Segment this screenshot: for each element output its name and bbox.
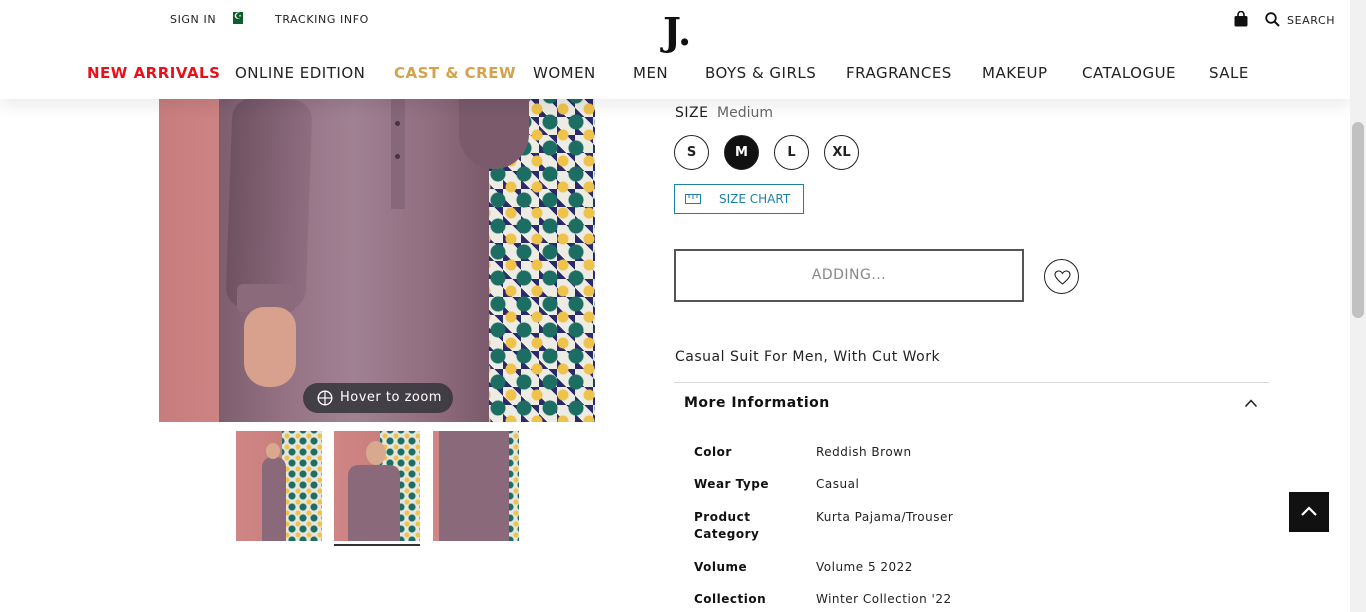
size-option-m[interactable]: M: [724, 135, 759, 170]
nav-fragrances[interactable]: FRAGRANCES: [846, 64, 952, 82]
nav-women[interactable]: WOMEN: [533, 64, 596, 82]
nav-makeup[interactable]: MAKEUP: [982, 64, 1048, 82]
nav-men[interactable]: MEN: [633, 64, 668, 82]
size-option-xl[interactable]: XL: [824, 135, 859, 170]
zoom-hint-label: Hover to zoom: [340, 390, 442, 405]
pakistan-flag-icon[interactable]: [229, 11, 243, 24]
add-to-bag-button[interactable]: ADDING...: [674, 249, 1024, 302]
hover-to-zoom-hint[interactable]: Hover to zoom: [303, 383, 453, 413]
attr-name-volume: Volume: [694, 560, 748, 574]
size-chart-label: SIZE CHART: [719, 192, 791, 206]
shopping-bag-icon[interactable]: [1234, 11, 1248, 27]
attr-value-wear-type: Casual: [816, 477, 860, 491]
search-button[interactable]: SEARCH: [1287, 14, 1335, 27]
thumbnail-figure: [348, 465, 400, 541]
thumbnail-head: [266, 443, 280, 459]
thumbnail-1[interactable]: [236, 431, 322, 541]
attr-name-collection: Collection: [694, 592, 767, 606]
wishlist-button[interactable]: [1044, 259, 1079, 294]
thumbnail-figure: [262, 457, 286, 541]
chevron-up-icon: [1301, 506, 1317, 516]
thumbnail-head: [366, 441, 386, 465]
site-logo[interactable]: J.: [663, 8, 691, 56]
size-option-s[interactable]: S: [674, 135, 709, 170]
thumbnail-2[interactable]: [334, 431, 420, 541]
attr-value-product-category: Kurta Pajama/Trouser: [816, 510, 954, 524]
image-other-sleeve: [459, 99, 529, 169]
nav-new-arrivals[interactable]: NEW ARRIVALS: [87, 64, 220, 82]
sign-in-link[interactable]: SIGN IN: [170, 13, 216, 26]
product-description: Casual Suit For Men, With Cut Work: [675, 349, 941, 365]
attr-name-product-category: Product Category: [694, 510, 760, 541]
image-button-dot: [395, 154, 400, 159]
scrollbar-thumb[interactable]: [1352, 122, 1364, 318]
selected-size-value: Medium: [717, 105, 773, 121]
active-thumbnail-indicator: [334, 544, 420, 546]
size-chart-button[interactable]: SIZE CHART: [674, 184, 804, 214]
nav-cast-crew[interactable]: CAST & CREW: [394, 64, 516, 82]
page-scrollbar[interactable]: [1350, 0, 1366, 612]
size-label: SIZE: [675, 105, 709, 121]
image-button-dot: [395, 121, 400, 126]
nav-online-edition[interactable]: ONLINE EDITION: [235, 64, 365, 82]
attr-name-wear-type: Wear Type: [694, 477, 769, 491]
ruler-icon: [685, 194, 701, 204]
chevron-up-icon[interactable]: [1244, 398, 1258, 408]
site-header: SIGN IN TRACKING INFO J. SEARCH NEW ARRI…: [0, 0, 1350, 99]
attr-value-collection: Winter Collection '22: [816, 592, 952, 606]
nav-catalogue[interactable]: CATALOGUE: [1082, 64, 1176, 82]
nav-boys-girls[interactable]: BOYS & GIRLS: [705, 64, 816, 82]
main-product-image[interactable]: [159, 99, 595, 422]
thumbnail-figure: [439, 431, 509, 541]
tracking-info-link[interactable]: TRACKING INFO: [275, 13, 369, 26]
attr-name-color: Color: [694, 445, 732, 459]
back-to-top-button[interactable]: [1289, 492, 1329, 532]
image-hand: [244, 307, 296, 387]
search-icon[interactable]: [1265, 12, 1280, 27]
more-information-toggle[interactable]: More Information: [684, 395, 830, 411]
heart-icon: [1054, 270, 1071, 285]
nav-sale[interactable]: SALE: [1209, 64, 1249, 82]
thumbnail-tiles: [282, 431, 322, 541]
thumbnail-3[interactable]: [433, 431, 519, 541]
size-option-l[interactable]: L: [774, 135, 809, 170]
section-divider: [674, 382, 1269, 383]
crosshair-icon: [317, 390, 333, 406]
attr-value-volume: Volume 5 2022: [816, 560, 913, 574]
attr-value-color: Reddish Brown: [816, 445, 912, 459]
image-sleeve: [225, 99, 313, 311]
